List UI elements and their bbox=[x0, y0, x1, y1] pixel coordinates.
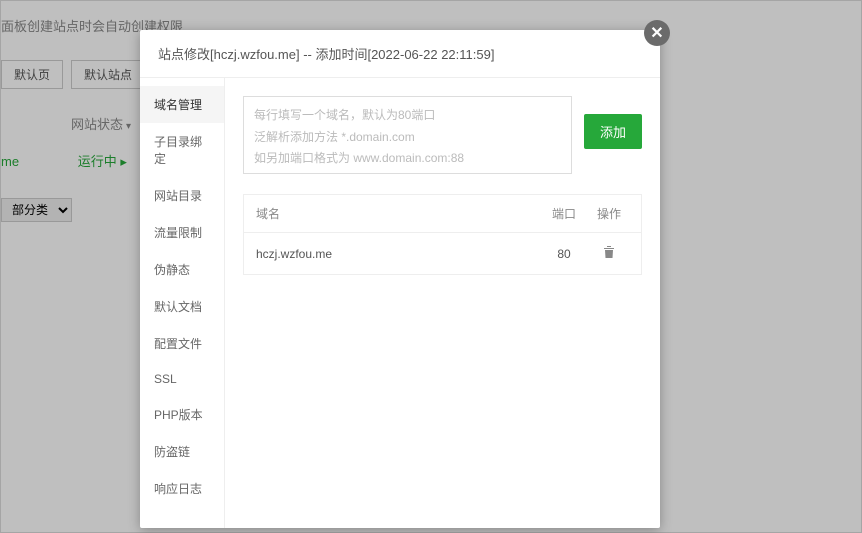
tab-rewrite[interactable]: 伪静态 bbox=[140, 251, 224, 288]
tab-config-file[interactable]: 配置文件 bbox=[140, 325, 224, 362]
tab-php-version[interactable]: PHP版本 bbox=[140, 396, 224, 433]
port-cell: 80 bbox=[539, 247, 589, 261]
domain-table: 域名 端口 操作 hczj.wzfou.me 80 bbox=[243, 194, 642, 275]
tab-subdir-bind[interactable]: 子目录绑定 bbox=[140, 123, 224, 177]
table-row: hczj.wzfou.me 80 bbox=[244, 233, 641, 274]
domain-textarea[interactable] bbox=[243, 96, 572, 174]
side-tabs: 域名管理 子目录绑定 网站目录 流量限制 伪静态 默认文档 配置文件 SSL P… bbox=[140, 78, 225, 528]
domain-table-header: 域名 端口 操作 bbox=[244, 195, 641, 233]
dialog-body: 域名管理 子目录绑定 网站目录 流量限制 伪静态 默认文档 配置文件 SSL P… bbox=[140, 78, 660, 528]
delete-icon[interactable] bbox=[603, 245, 615, 262]
header-port: 端口 bbox=[539, 205, 589, 222]
header-action: 操作 bbox=[589, 205, 629, 222]
tab-site-dir[interactable]: 网站目录 bbox=[140, 177, 224, 214]
close-button[interactable]: ✕ bbox=[644, 20, 670, 46]
close-icon: ✕ bbox=[650, 23, 663, 43]
tab-default-doc[interactable]: 默认文档 bbox=[140, 288, 224, 325]
domain-cell: hczj.wzfou.me bbox=[256, 247, 539, 261]
tab-domain-manage[interactable]: 域名管理 bbox=[140, 86, 224, 123]
site-edit-dialog: ✕ 站点修改[hczj.wzfou.me] -- 添加时间[2022-06-22… bbox=[140, 30, 660, 528]
domain-input-row: 添加 bbox=[243, 96, 642, 174]
tab-ssl[interactable]: SSL bbox=[140, 362, 224, 396]
tab-traffic-limit[interactable]: 流量限制 bbox=[140, 214, 224, 251]
add-domain-button[interactable]: 添加 bbox=[584, 114, 642, 149]
tab-content: 添加 域名 端口 操作 hczj.wzfou.me 80 bbox=[225, 78, 660, 528]
dialog-title: 站点修改[hczj.wzfou.me] -- 添加时间[2022-06-22 2… bbox=[140, 30, 660, 78]
tab-anti-leech[interactable]: 防盗链 bbox=[140, 433, 224, 470]
header-domain: 域名 bbox=[256, 205, 539, 222]
tab-response-log[interactable]: 响应日志 bbox=[140, 470, 224, 507]
action-cell bbox=[589, 245, 629, 262]
